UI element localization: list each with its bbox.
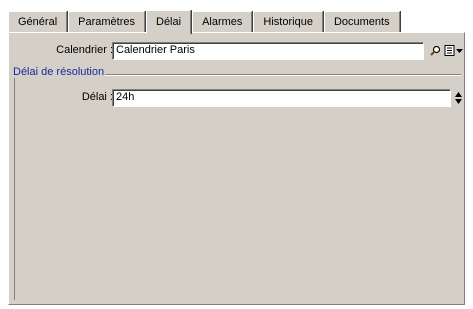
window: Général Paramètres Délai Alarmes Histori… — [0, 0, 473, 309]
resolution-group-frame — [14, 74, 461, 300]
tab-strip: Général Paramètres Délai Alarmes Histori… — [8, 9, 401, 34]
delay-label: Délai : — [81, 91, 113, 103]
tab-delai[interactable]: Délai — [146, 10, 192, 34]
tab-page-delai: Calendrier : Calendrier Paris Délai de r — [8, 32, 465, 305]
calendar-field[interactable]: Calendrier Paris — [112, 42, 424, 60]
delay-field[interactable]: 24h — [112, 89, 451, 107]
tab-parametres[interactable]: Paramètres — [68, 11, 145, 33]
spin-up-icon[interactable] — [453, 91, 463, 98]
delay-spinner[interactable] — [453, 91, 463, 105]
tab-general[interactable]: Général — [8, 11, 68, 33]
magnifier-icon[interactable] — [429, 44, 442, 57]
tab-historique[interactable]: Historique — [253, 11, 323, 33]
tab-alarmes[interactable]: Alarmes — [192, 11, 253, 33]
resolution-group-left-edge — [14, 74, 15, 300]
dropdown-arrow-icon[interactable] — [455, 44, 463, 57]
spin-down-icon[interactable] — [453, 98, 463, 105]
resolution-group-caption: Délai de résolution — [12, 66, 106, 78]
calendar-label: Calendrier : — [56, 44, 113, 56]
tab-documents[interactable]: Documents — [323, 11, 400, 33]
